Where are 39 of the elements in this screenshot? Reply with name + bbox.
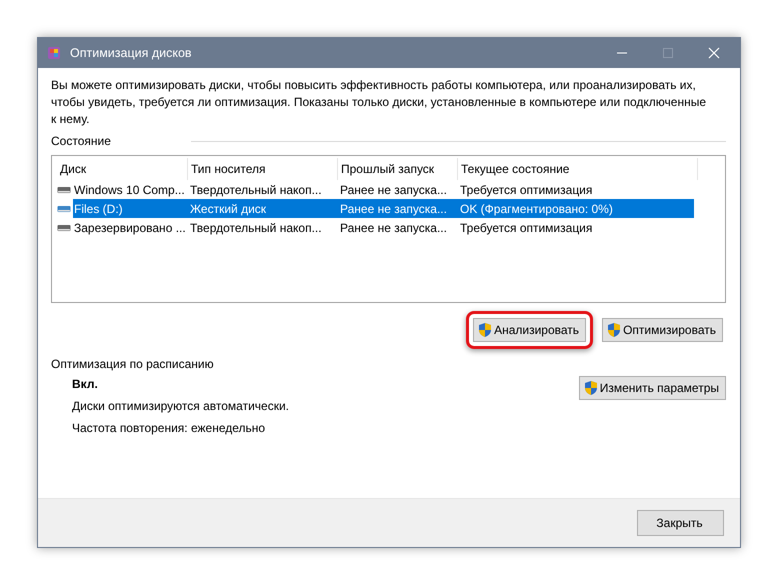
column-header[interactable]: Текущее состояние	[458, 158, 698, 180]
action-button[interactable]: Анализировать	[473, 318, 586, 342]
schedule-info: Диски оптимизируются автоматически.	[72, 398, 290, 414]
schedule-state: Вкл.	[72, 376, 99, 392]
column-header[interactable]: Прошлый запуск	[338, 158, 458, 180]
table-cell-text: Твердотельный накоп...	[189, 182, 323, 196]
shield-icon	[478, 322, 492, 338]
disk-row[interactable]: Зарезервировано ... Твердотельный накоп... Ранее не запуска... Требуется оптимизация	[73, 218, 694, 237]
drive-icon	[57, 222, 71, 232]
schedule-info: Частота повторения: еженедельно	[72, 420, 266, 436]
section-label: Оптимизация по расписанию	[51, 357, 214, 371]
close-icon[interactable]	[708, 47, 720, 59]
close-button[interactable]: Закрыть	[637, 510, 724, 536]
table-cell-text: Требуется оптимизация	[459, 220, 594, 234]
shield-icon	[584, 380, 598, 396]
disk-row[interactable]: Files (D:) Жесткий диск Ранее не запуска... OK (Фрагментировано: 0%)	[73, 199, 694, 218]
app-icon	[46, 45, 62, 61]
column-header[interactable]: Диск	[57, 158, 188, 180]
table-cell-text: Ранее не запуска...	[339, 202, 448, 216]
table-cell-text: OK (Фрагментировано: 0%)	[459, 202, 614, 216]
table-cell-text: Зарезервировано ...	[73, 220, 187, 234]
drive-icon	[57, 204, 71, 214]
table-cell-text: Files (D:)	[73, 202, 124, 216]
drive-icon	[57, 184, 71, 194]
section-label: Состояние	[51, 134, 111, 148]
disk-row[interactable]: Windows 10 Comp... Твердотельный накоп... Ранее не запуска... Требуется оптимизация	[73, 180, 694, 199]
table-cell-text: Требуется оптимизация	[459, 182, 594, 196]
maximize-icon	[662, 47, 674, 59]
description-text: Вы можете оптимизировать диски, чтобы повысить эффективность работы компьютера, или проанализировать их, чтобы увидеть, требуется ли оптимизация. Показаны только диски, установленные в компьютере или подключенные к нему.	[51, 77, 708, 128]
window-title: Оптимизация дисков	[70, 46, 192, 60]
column-header[interactable]: Тип носителя	[188, 158, 338, 180]
action-button[interactable]: Оптимизировать	[602, 318, 723, 342]
table-cell-text: Ранее не запуска...	[339, 182, 448, 196]
table-cell-text: Ранее не запуска...	[339, 220, 448, 234]
change-settings-button[interactable]: Изменить параметры	[578, 376, 726, 400]
table-cell-text: Жесткий диск	[189, 202, 268, 216]
table-cell-text: Windows 10 Comp...	[73, 182, 186, 196]
shield-icon	[607, 322, 622, 338]
table-cell-text: Твердотельный накоп...	[189, 220, 323, 234]
